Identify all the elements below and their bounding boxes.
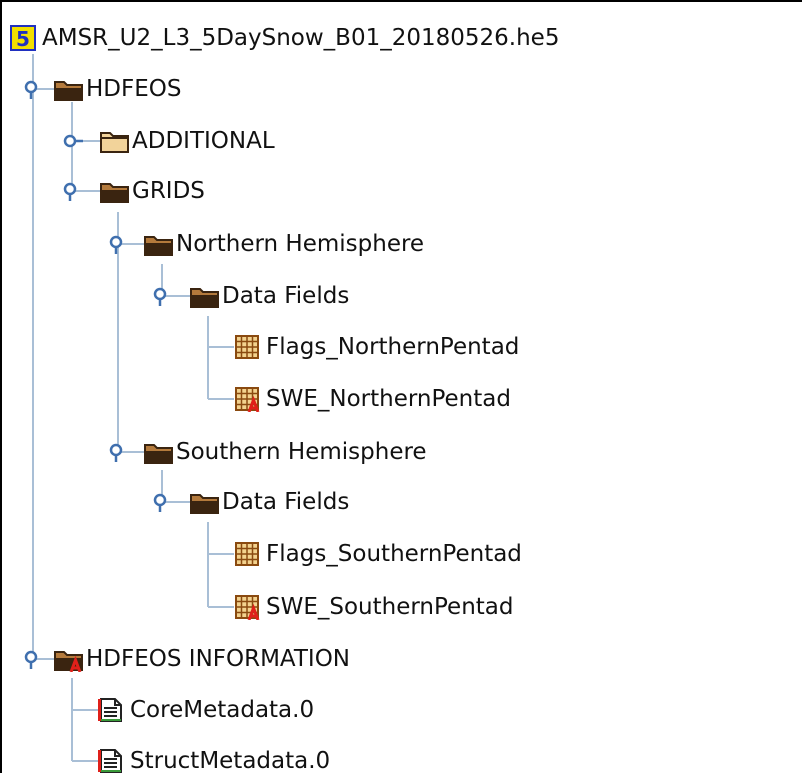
expand-handle-additional[interactable] [61, 130, 83, 152]
tree-node-label: SWE_NorthernPentad [266, 386, 511, 412]
collapse-handle-northern-data-fields[interactable] [151, 285, 173, 307]
tree-node-label: AMSR_U2_L3_5DaySnow_B01_20180526.he5 [42, 25, 560, 51]
collapse-handle-hdfeos[interactable] [22, 78, 44, 100]
tree-node-northern-hemisphere[interactable]: Northern Hemisphere [144, 224, 424, 264]
text-dataset-icon [98, 697, 124, 723]
hdf-tree-panel: 5 AMSR_U2_L3_5DaySnow_B01_20180526.he5 H… [0, 0, 802, 774]
tree-node-label: HDFEOS INFORMATION [86, 646, 351, 672]
tree-node-label: Flags_NorthernPentad [266, 334, 520, 360]
tree-node-label: SWE_SouthernPentad [266, 594, 514, 620]
tree-node-struct-metadata[interactable]: StructMetadata.0 [98, 741, 330, 781]
dataset-grid-icon [234, 334, 260, 360]
tree-node-root-file[interactable]: 5 AMSR_U2_L3_5DaySnow_B01_20180526.he5 [10, 18, 559, 58]
tree-node-label: ADDITIONAL [132, 128, 275, 154]
tree-node-additional[interactable]: ADDITIONAL [100, 121, 275, 161]
tree-node-southern-data-fields[interactable]: Data Fields [190, 482, 349, 522]
folder-open-icon [144, 439, 173, 465]
tree-node-label: HDFEOS [86, 76, 182, 102]
dataset-grid-attr-icon [234, 386, 260, 412]
tree-node-hdfeos-information[interactable]: HDFEOS INFORMATION [54, 639, 350, 679]
svg-text:5: 5 [16, 27, 30, 51]
collapse-handle-southern-data-fields[interactable] [151, 491, 173, 513]
folder-closed-icon [100, 128, 129, 154]
tree-node-flags-southern-pentad[interactable]: Flags_SouthernPentad [234, 534, 522, 574]
tree-node-label: Flags_SouthernPentad [266, 541, 522, 567]
tree-node-grids[interactable]: GRIDS [100, 171, 205, 211]
tree-node-label: Northern Hemisphere [176, 231, 425, 257]
tree-node-swe-southern-pentad[interactable]: SWE_SouthernPentad [234, 587, 514, 627]
collapse-handle-southern-hemisphere[interactable] [107, 441, 129, 463]
folder-open-icon [100, 178, 129, 204]
tree-node-southern-hemisphere[interactable]: Southern Hemisphere [144, 432, 427, 472]
folder-open-icon [190, 489, 219, 515]
tree-node-northern-data-fields[interactable]: Data Fields [190, 276, 349, 316]
folder-open-icon [54, 76, 83, 102]
tree-node-flags-northern-pentad[interactable]: Flags_NorthernPentad [234, 327, 519, 367]
folder-attr-icon [54, 646, 83, 672]
tree-node-core-metadata[interactable]: CoreMetadata.0 [98, 690, 314, 730]
tree-node-label: Southern Hemisphere [176, 439, 427, 465]
dataset-grid-attr-icon [234, 594, 260, 620]
dataset-grid-icon [234, 541, 260, 567]
collapse-handle-hdfeos-information[interactable] [22, 648, 44, 670]
tree-node-hdfeos[interactable]: HDFEOS [54, 69, 181, 109]
tree-node-label: GRIDS [132, 178, 205, 204]
hdf5-file-icon: 5 [10, 25, 36, 51]
tree-node-label: CoreMetadata.0 [130, 697, 315, 723]
folder-open-icon [144, 231, 173, 257]
collapse-handle-grids[interactable] [61, 180, 83, 202]
collapse-handle-northern-hemisphere[interactable] [107, 233, 129, 255]
text-dataset-icon [98, 748, 124, 774]
tree-node-swe-northern-pentad[interactable]: SWE_NorthernPentad [234, 379, 511, 419]
tree-node-label: Data Fields [222, 283, 350, 309]
tree-node-label: StructMetadata.0 [130, 748, 331, 774]
tree-node-label: Data Fields [222, 489, 350, 515]
folder-open-icon [190, 283, 219, 309]
